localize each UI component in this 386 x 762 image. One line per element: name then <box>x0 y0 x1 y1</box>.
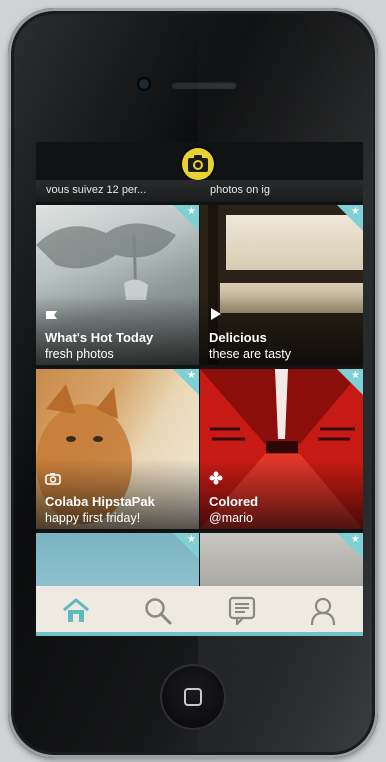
camera-icon <box>45 473 61 485</box>
tile-partial-right[interactable]: ★ <box>200 533 363 586</box>
feed-header: vous suivez 12 per... photos on ig <box>36 180 363 202</box>
tab-profile[interactable] <box>303 592 343 630</box>
star-icon: ★ <box>187 534 196 545</box>
favorite-corner[interactable]: ★ <box>337 205 363 231</box>
app-logo-icon <box>182 148 214 180</box>
tab-bar <box>36 586 363 636</box>
tab-home[interactable] <box>56 592 96 630</box>
tile-colaba[interactable]: ★ Colaba HipstaPak happy first friday! <box>36 369 199 529</box>
following-count-text: vous suivez 12 per... <box>46 184 147 196</box>
home-icon <box>63 598 89 622</box>
tile-whats-hot[interactable]: ★ What's Hot Today fresh photos <box>36 205 199 365</box>
tile-title: Colaba HipstaPak <box>45 494 155 509</box>
profile-icon <box>310 597 336 626</box>
tile-subtitle: happy first friday! <box>45 511 141 525</box>
tab-comments[interactable] <box>222 592 262 630</box>
favorite-corner[interactable]: ★ <box>173 533 199 559</box>
tab-search[interactable] <box>138 592 178 630</box>
app-screen: vous suivez 12 per... photos on ig ★ Wha… <box>36 142 363 636</box>
photos-text: photos on ig <box>210 184 270 196</box>
favorite-corner[interactable]: ★ <box>337 369 363 395</box>
favorite-corner[interactable]: ★ <box>337 533 363 559</box>
flag-icon <box>46 311 57 319</box>
tile-delicious[interactable]: ★ Delicious these are tasty <box>200 205 363 365</box>
earpiece-speaker <box>171 81 237 89</box>
comment-icon <box>228 596 256 626</box>
tile-subtitle: @mario <box>209 511 253 525</box>
star-icon: ★ <box>351 534 360 545</box>
home-square-icon <box>184 688 202 706</box>
tile-title: What's Hot Today <box>45 330 154 345</box>
phone-home-button[interactable] <box>160 664 226 730</box>
search-icon <box>145 598 172 625</box>
tile-title: Delicious <box>209 330 267 345</box>
star-icon: ★ <box>187 370 196 381</box>
play-icon <box>211 308 221 320</box>
star-icon: ★ <box>187 206 196 217</box>
tile-subtitle: fresh photos <box>45 347 114 361</box>
star-icon: ★ <box>351 370 360 381</box>
tile-title: Colored <box>209 494 259 509</box>
flower-icon <box>209 471 223 485</box>
star-icon: ★ <box>351 206 360 217</box>
tile-partial-left[interactable]: ★ <box>36 533 199 586</box>
front-camera <box>139 79 149 89</box>
tile-colored[interactable]: ★ Colored @mario <box>200 369 363 529</box>
favorite-corner[interactable]: ★ <box>173 205 199 231</box>
favorite-corner[interactable]: ★ <box>173 369 199 395</box>
tile-subtitle: these are tasty <box>209 347 291 361</box>
